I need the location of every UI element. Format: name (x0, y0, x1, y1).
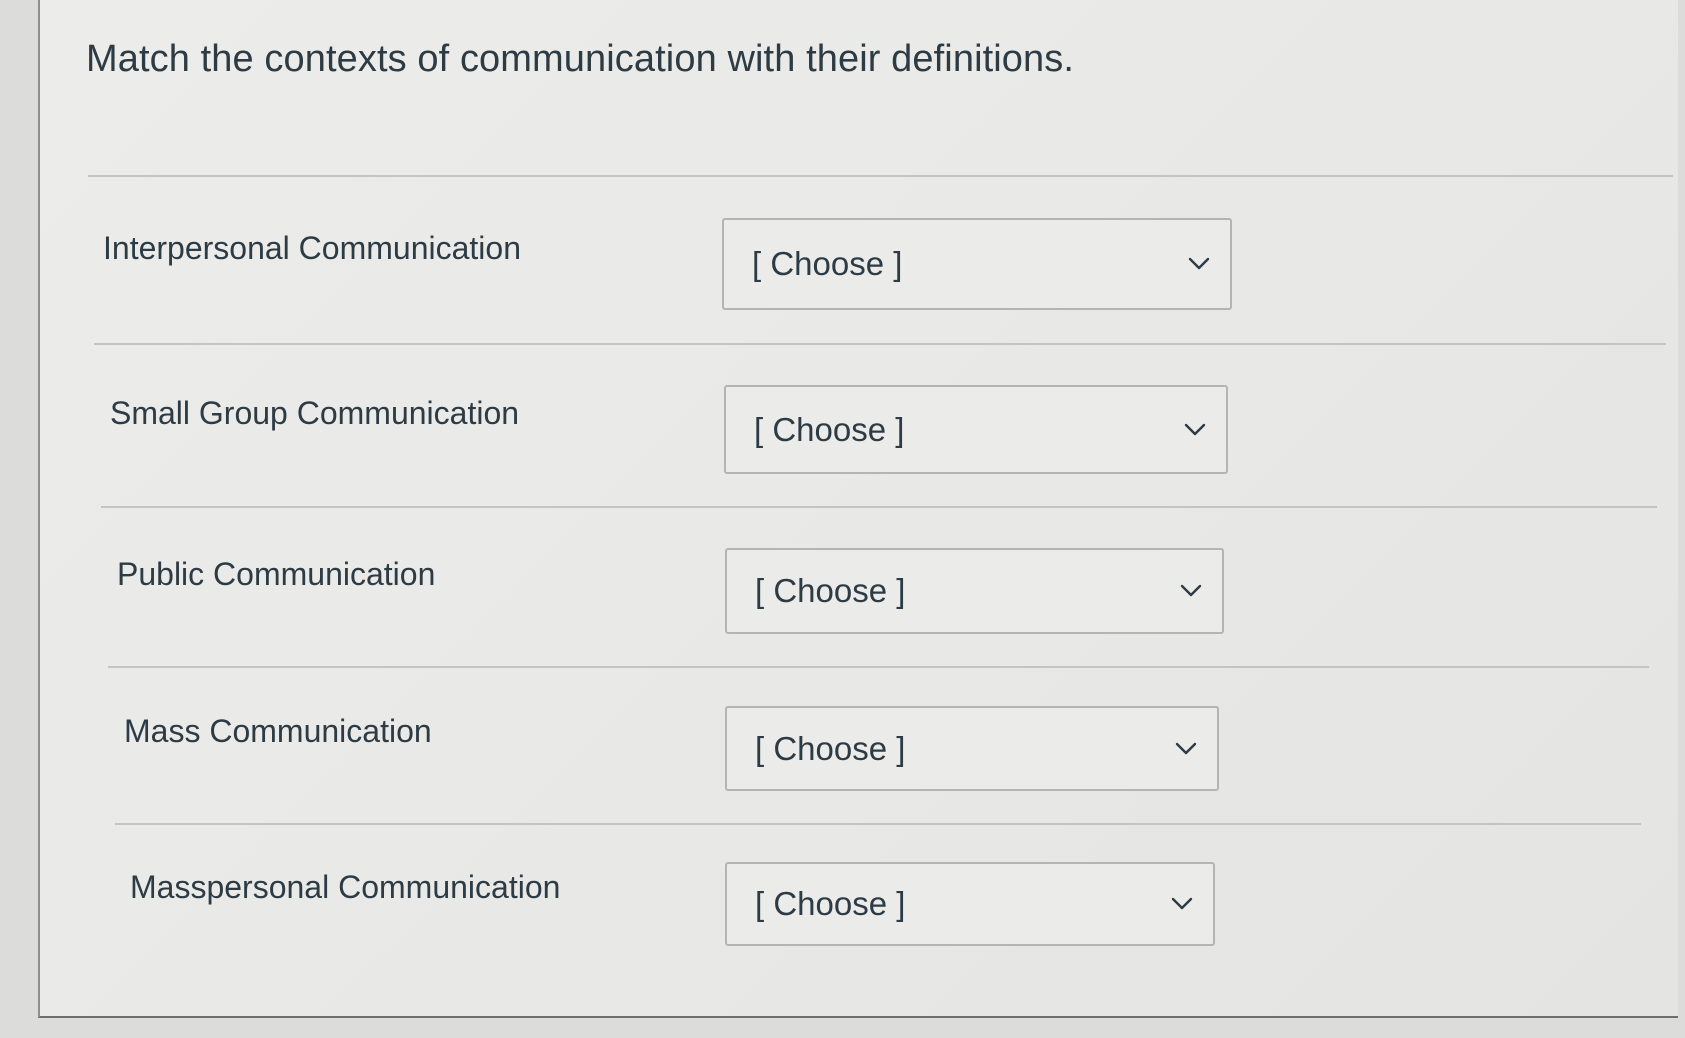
chevron-down-icon (1184, 423, 1206, 437)
answer-select[interactable]: [ Choose ] (725, 548, 1224, 634)
match-row: Mass Communication [ Choose ] (0, 706, 1685, 813)
chevron-down-icon (1175, 742, 1197, 756)
match-row: Public Communication [ Choose ] (0, 548, 1685, 656)
match-row-label: Interpersonal Communication (103, 230, 521, 266)
answer-select-value: [ Choose ] (755, 885, 906, 922)
answer-select[interactable]: [ Choose ] (725, 706, 1219, 791)
match-row: Interpersonal Communication [ Choose ] (0, 218, 1685, 330)
match-row: Small Group Communication [ Choose ] (0, 385, 1685, 495)
match-row-label: Masspersonal Communication (130, 869, 561, 905)
match-row-label: Public Communication (117, 556, 436, 592)
divider (94, 343, 1666, 345)
divider (101, 506, 1657, 508)
answer-select-value: [ Choose ] (755, 572, 906, 609)
chevron-down-icon (1171, 897, 1193, 911)
answer-select[interactable]: [ Choose ] (722, 218, 1232, 310)
answer-select-value: [ Choose ] (755, 729, 906, 767)
match-row: Masspersonal Communication [ Choose ] (0, 862, 1685, 969)
answer-select[interactable]: [ Choose ] (724, 385, 1228, 474)
divider (115, 823, 1641, 825)
question-text: Match the contexts of communication with… (86, 38, 1075, 80)
answer-select[interactable]: [ Choose ] (725, 862, 1215, 946)
answer-select-value: [ Choose ] (752, 245, 903, 282)
chevron-down-icon (1180, 584, 1202, 598)
chevron-down-icon (1188, 257, 1210, 271)
divider-top (88, 175, 1673, 177)
match-row-label: Mass Communication (124, 713, 432, 749)
match-row-label: Small Group Communication (110, 395, 520, 431)
answer-select-value: [ Choose ] (754, 410, 905, 448)
divider (108, 666, 1649, 668)
